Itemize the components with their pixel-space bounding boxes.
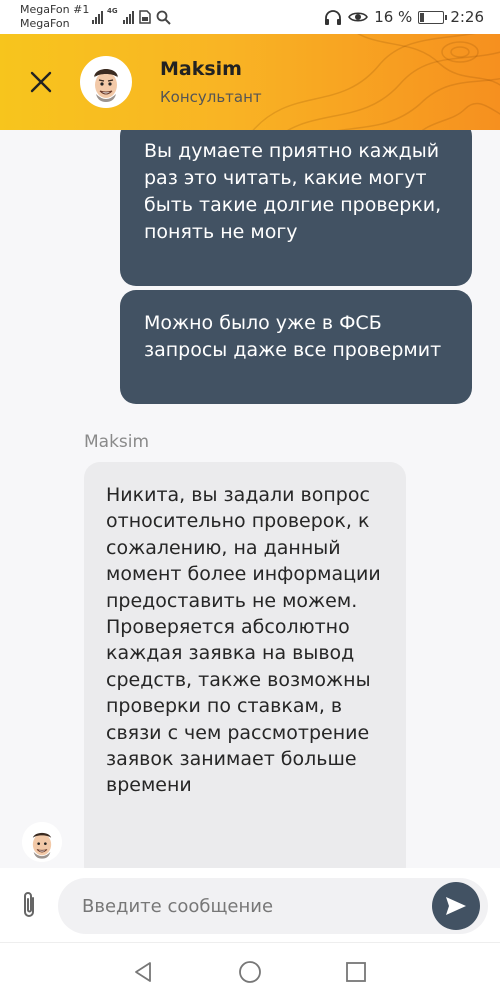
- agent-name: Maksim: [160, 58, 242, 80]
- home-button[interactable]: [237, 959, 263, 985]
- search-icon: [156, 10, 171, 25]
- battery-icon: [418, 10, 448, 24]
- agent-role: Консультант: [160, 88, 262, 106]
- message-composer: [0, 868, 500, 942]
- back-button[interactable]: [130, 959, 156, 985]
- eye-icon: [348, 12, 369, 22]
- signal-icon: [92, 10, 103, 24]
- avatar-icon: [22, 822, 62, 862]
- status-icons-left: 4G: [92, 8, 171, 26]
- topographic-pattern: [252, 34, 500, 130]
- home-icon: [239, 961, 261, 983]
- signal-4g-icon: [122, 10, 134, 24]
- carrier-primary: MegaFon #1: [20, 3, 90, 16]
- message-input[interactable]: [58, 878, 488, 934]
- recents-button[interactable]: [343, 959, 369, 985]
- network-type: 4G: [107, 7, 118, 15]
- close-icon: [30, 71, 52, 93]
- message-bubble-incoming: Никита, вы задали вопрос относительно пр…: [84, 462, 406, 868]
- paperclip-icon: [24, 892, 34, 917]
- agent-avatar: [80, 56, 132, 108]
- send-button[interactable]: [432, 882, 480, 930]
- headphones-icon: [325, 10, 342, 25]
- recents-icon: [346, 962, 366, 982]
- avatar-icon: [82, 58, 130, 106]
- chat-header: Maksim Консультант: [0, 34, 500, 130]
- battery-fill: [420, 12, 425, 22]
- send-icon: [446, 897, 466, 915]
- close-button[interactable]: [24, 65, 58, 99]
- attach-button[interactable]: [14, 888, 44, 922]
- message-list[interactable]: Вы думаете приятно каждый раз это читать…: [0, 130, 500, 868]
- carrier-secondary: MegaFon: [20, 17, 70, 30]
- clock: 2:26: [450, 8, 484, 26]
- back-icon: [135, 962, 151, 982]
- message-sender: Maksim: [84, 432, 150, 452]
- sender-avatar: [22, 822, 62, 862]
- message-bubble-outgoing: Можно было уже в ФСБ запросы даже все пр…: [120, 290, 472, 404]
- sim-card-icon: [138, 10, 151, 24]
- status-icons-right: 16 % 2:26: [324, 7, 484, 27]
- status-bar: MegaFon #1 MegaFon 4G 16 % 2:26: [0, 0, 500, 34]
- battery-percent: 16 %: [374, 8, 413, 26]
- navigation-bar: [0, 942, 500, 1000]
- message-bubble-outgoing: Вы думаете приятно каждый раз это читать…: [120, 130, 472, 286]
